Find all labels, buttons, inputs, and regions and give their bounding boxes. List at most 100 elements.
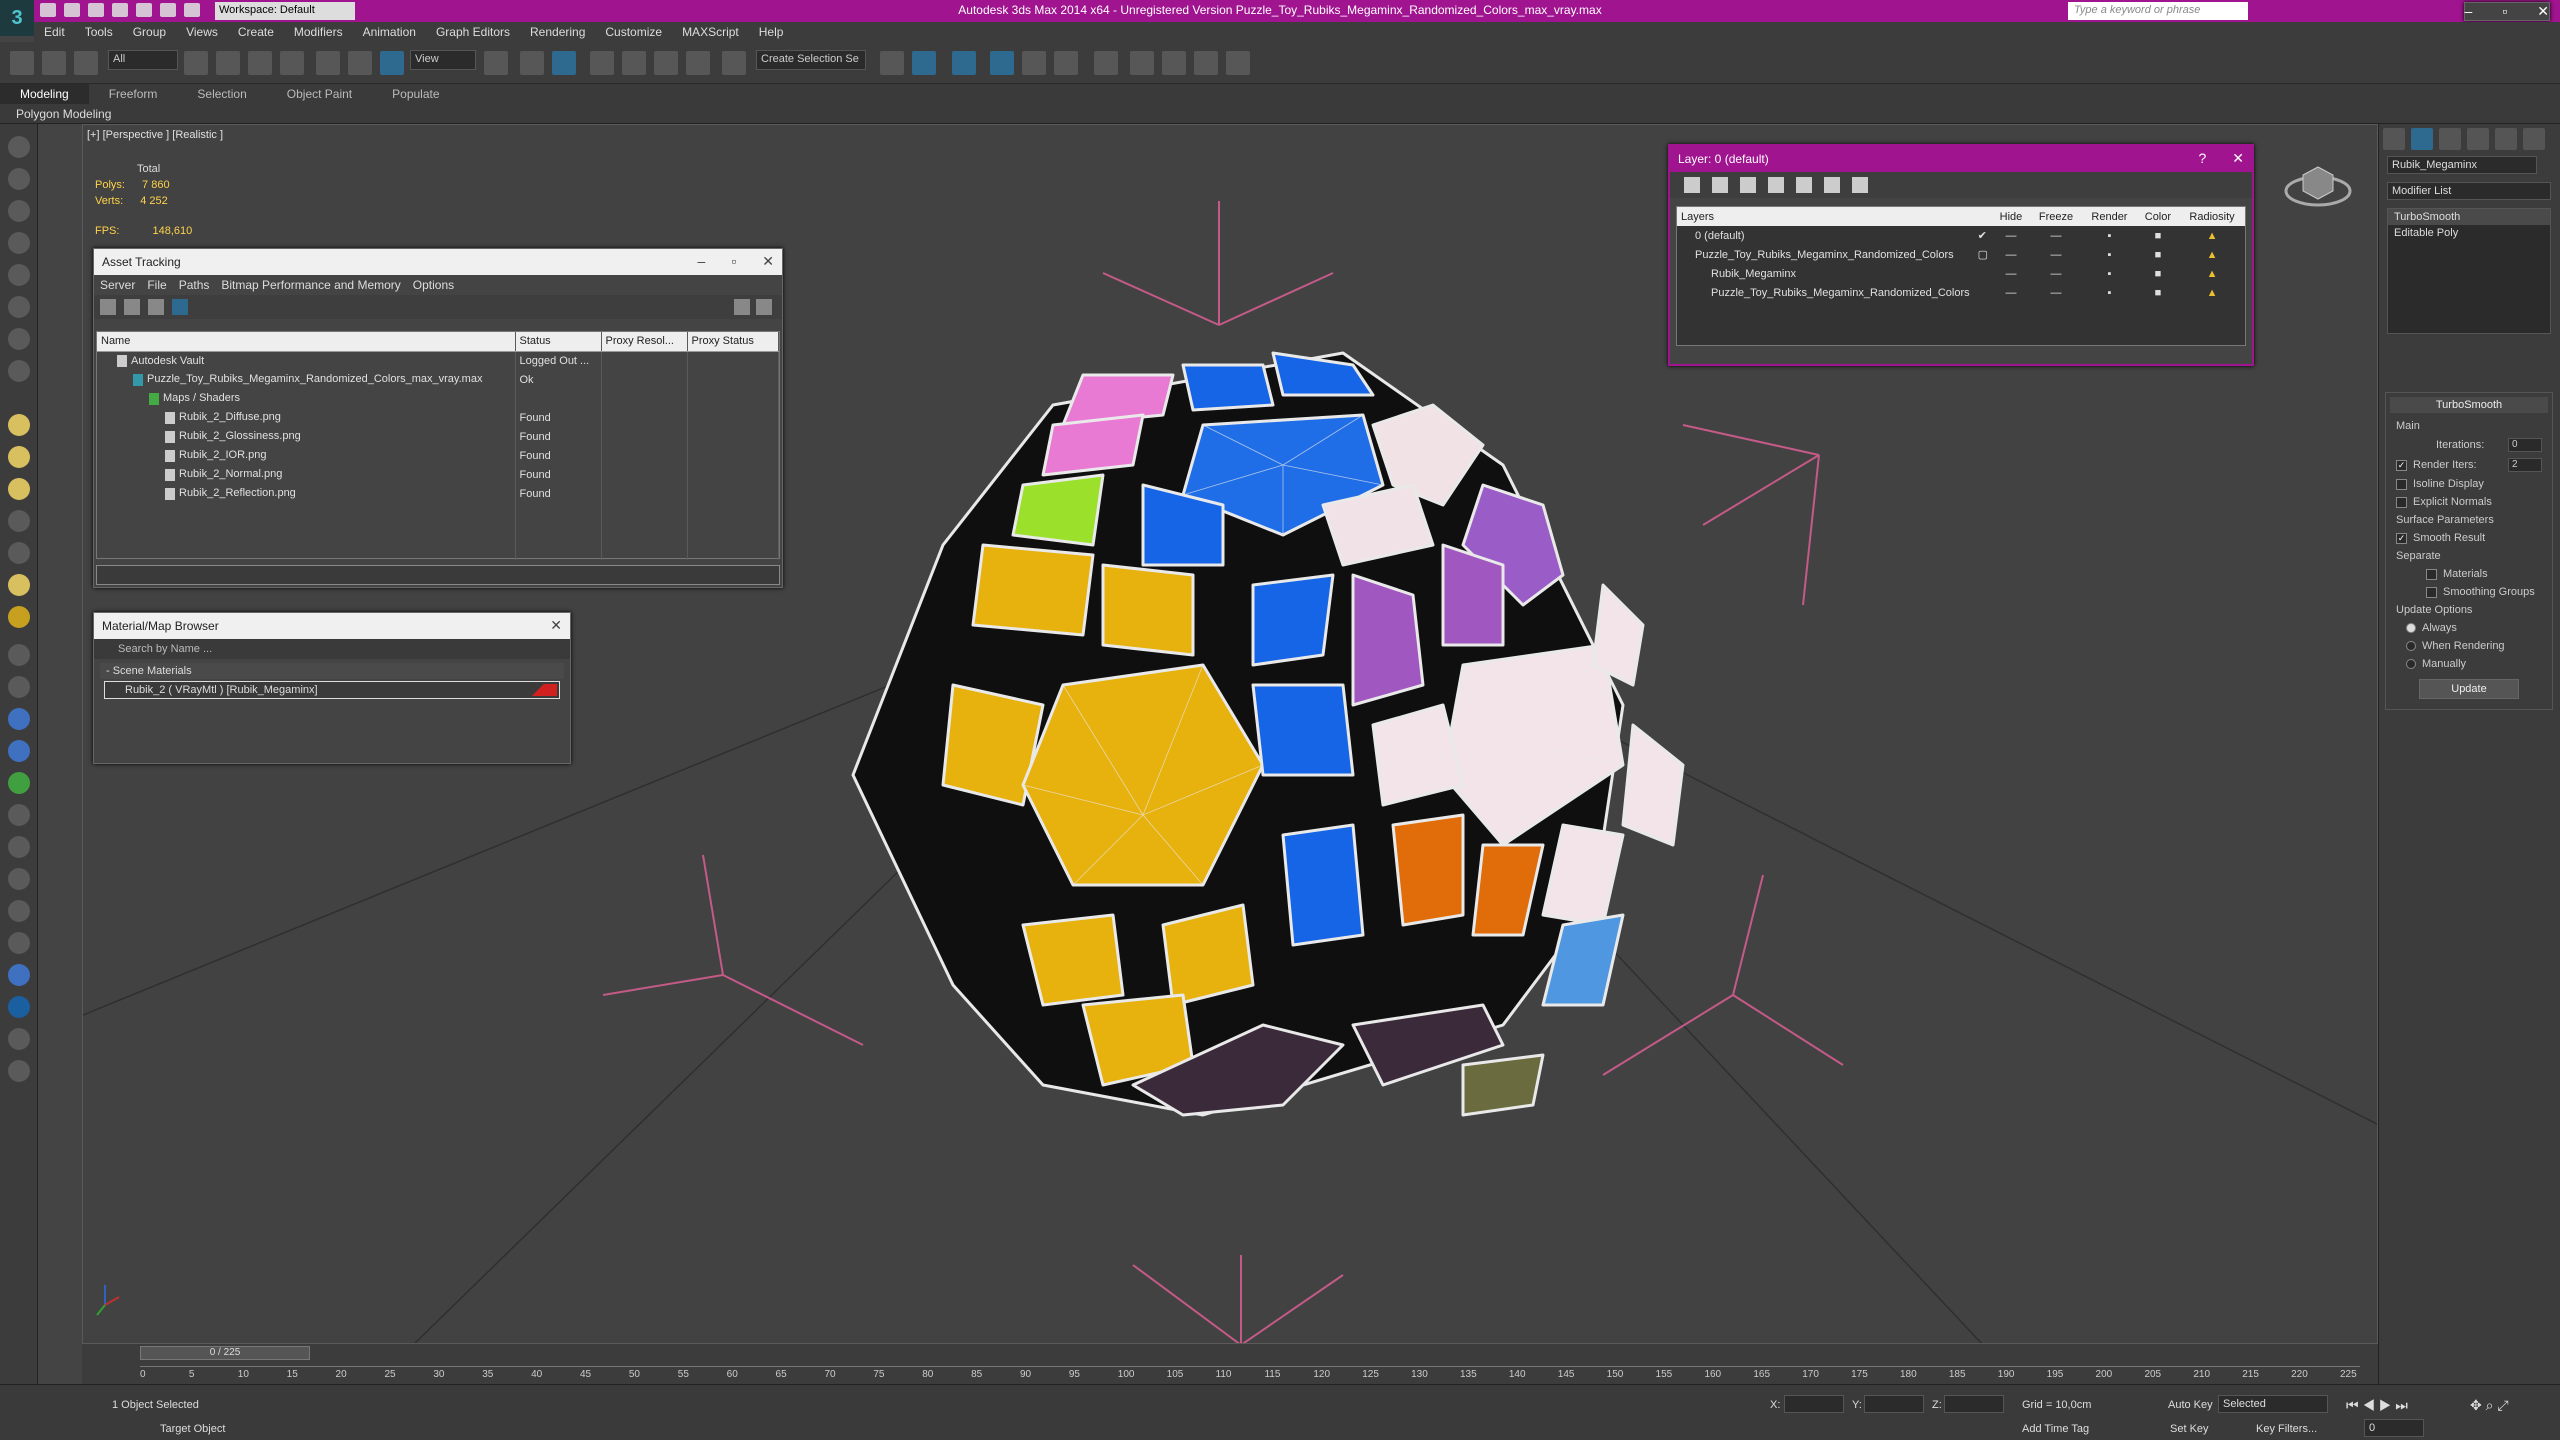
minimize-icon[interactable]: –: [2465, 3, 2473, 20]
render-icon[interactable]: ▪: [2082, 245, 2137, 264]
minimize-icon[interactable]: –: [698, 253, 706, 270]
layer-color-swatch[interactable]: ■: [2137, 226, 2179, 245]
isoline-checkbox[interactable]: [2396, 478, 2407, 490]
menu-bitmap-performance[interactable]: Bitmap Performance and Memory: [215, 275, 406, 295]
table-row[interactable]: Rubik_2_IOR.png Found: [97, 446, 779, 465]
tool-icon[interactable]: [8, 708, 30, 730]
menu-modifiers[interactable]: Modifiers: [284, 22, 353, 42]
material-item[interactable]: Rubik_2 ( VRayMtl ) [Rubik_Megaminx]: [104, 681, 560, 699]
tool-icon[interactable]: [8, 296, 30, 318]
unlink-icon[interactable]: [42, 51, 66, 75]
column-color[interactable]: Color: [2136, 207, 2180, 226]
select-object-icon[interactable]: [184, 51, 208, 75]
menu-views[interactable]: Views: [176, 22, 228, 42]
table-row[interactable]: Maps / Shaders: [97, 389, 779, 408]
render-icon[interactable]: ▪: [2082, 226, 2137, 245]
column-freeze[interactable]: Freeze: [2029, 207, 2083, 226]
layer-color-swatch[interactable]: ■: [2137, 245, 2179, 264]
select-by-name-icon[interactable]: [216, 51, 240, 75]
set-key-button[interactable]: Set Key: [2170, 1423, 2209, 1435]
layer-row[interactable]: Puzzle_Toy_Rubiks_Megaminx_Randomized_Co…: [1677, 283, 2245, 302]
layer-manager-icon[interactable]: [952, 51, 976, 75]
playback-controls-icon[interactable]: ⏮ ◀ ▶ ⏭: [2346, 1397, 2408, 1414]
table-row[interactable]: Rubik_2_Glossiness.png Found: [97, 427, 779, 446]
asset-tracking-titlebar[interactable]: Asset Tracking – ▫ ✕: [94, 249, 782, 275]
maximize-icon[interactable]: ▫: [731, 253, 736, 270]
cone-icon[interactable]: [8, 542, 30, 564]
rotate-icon[interactable]: [348, 51, 372, 75]
column-layers[interactable]: Layers: [1677, 207, 1974, 226]
render-icon[interactable]: ▪: [2082, 283, 2137, 302]
named-selection-dropdown[interactable]: Create Selection Se: [756, 50, 866, 70]
layer-row[interactable]: Puzzle_Toy_Rubiks_Megaminx_Randomized_Co…: [1677, 245, 2245, 264]
geosphere-icon[interactable]: [8, 606, 30, 628]
tab-freeform[interactable]: Freeform: [89, 84, 178, 104]
settings-icon[interactable]: [756, 299, 772, 315]
table-view-icon[interactable]: [148, 299, 164, 315]
turbosmooth-title[interactable]: TurboSmooth: [2390, 397, 2548, 413]
table-row[interactable]: Rubik_2_Reflection.png Found: [97, 484, 779, 503]
radiosity-icon[interactable]: ▲: [2179, 283, 2245, 302]
snaps-icon[interactable]: [590, 51, 614, 75]
hide-all-icon[interactable]: [1852, 177, 1868, 193]
materials-checkbox[interactable]: [2426, 568, 2437, 580]
tool-icon[interactable]: [8, 328, 30, 350]
add-time-tag[interactable]: Add Time Tag: [2022, 1423, 2089, 1435]
window-crossing-icon[interactable]: [280, 51, 304, 75]
scale-icon[interactable]: [380, 51, 404, 75]
radiosity-icon[interactable]: ▲: [2179, 264, 2245, 283]
render-setup-icon[interactable]: [1130, 51, 1154, 75]
rendered-frame-icon[interactable]: [1162, 51, 1186, 75]
modifier-list-dropdown[interactable]: Modifier List: [2387, 182, 2551, 200]
rectangle-selection-icon[interactable]: [248, 51, 272, 75]
menu-options[interactable]: Options: [407, 275, 460, 295]
tool-icon[interactable]: [8, 804, 30, 826]
light-icon[interactable]: [8, 574, 30, 596]
link-icon[interactable]: [10, 51, 34, 75]
timeline-ruler[interactable]: 0 5 10 15 20 25 30 35 40 45 50 55 60 65 70 75 80 85 90 95 10…: [140, 1366, 2360, 1382]
tool-icon[interactable]: [8, 200, 30, 222]
align-icon[interactable]: [912, 51, 936, 75]
tool-icon[interactable]: [8, 676, 30, 698]
mirror-icon[interactable]: [880, 51, 904, 75]
column-status[interactable]: Status: [515, 332, 602, 352]
bind-spacewarp-icon[interactable]: [74, 51, 98, 75]
tool-icon[interactable]: [8, 964, 30, 986]
motion-tab-icon[interactable]: [2467, 128, 2489, 150]
tab-modeling[interactable]: Modeling: [0, 84, 89, 104]
menu-group[interactable]: Group: [123, 22, 176, 42]
app-logo-icon[interactable]: 3: [0, 0, 34, 36]
stack-item-editable-poly[interactable]: Editable Poly: [2388, 225, 2550, 241]
tool-icon[interactable]: [8, 740, 30, 762]
close-icon[interactable]: ✕: [2232, 150, 2244, 167]
table-row[interactable]: Puzzle_Toy_Rubiks_Megaminx_Randomized_Co…: [97, 370, 779, 389]
menu-rendering[interactable]: Rendering: [520, 22, 595, 42]
always-radio[interactable]: [2406, 623, 2416, 633]
select-manipulate-icon[interactable]: [520, 51, 544, 75]
angle-snap-icon[interactable]: [622, 51, 646, 75]
menu-animation[interactable]: Animation: [353, 22, 426, 42]
display-tab-icon[interactable]: [2495, 128, 2517, 150]
torus-icon[interactable]: [8, 510, 30, 532]
sphere-icon[interactable]: [8, 446, 30, 468]
x-coordinate-field[interactable]: [1784, 1395, 1844, 1413]
refresh-icon[interactable]: [100, 299, 116, 315]
create-layer-icon[interactable]: [1740, 177, 1756, 193]
graphite-toggle-icon[interactable]: [990, 51, 1014, 75]
window-controls[interactable]: – ▫ ✕: [2463, 2, 2550, 21]
column-proxy-resolution[interactable]: Proxy Resol...: [601, 332, 688, 352]
viewport-label[interactable]: [+] [Perspective ] [Realistic ]: [87, 129, 223, 141]
tool-icon[interactable]: [8, 168, 30, 190]
tool-icon[interactable]: [8, 868, 30, 890]
layer-manager-titlebar[interactable]: Layer: 0 (default) ? ✕: [1670, 146, 2252, 172]
tool-icon[interactable]: [8, 264, 30, 286]
asset-path-field[interactable]: [96, 565, 780, 585]
menu-file[interactable]: File: [141, 275, 172, 295]
menu-edit[interactable]: Edit: [34, 22, 75, 42]
tool-icon[interactable]: [8, 836, 30, 858]
menu-graph-editors[interactable]: Graph Editors: [426, 22, 520, 42]
ref-coord-dropdown[interactable]: View: [410, 50, 476, 70]
menu-customize[interactable]: Customize: [595, 22, 672, 42]
column-radiosity[interactable]: Radiosity: [2179, 207, 2245, 226]
viewcube-icon[interactable]: [2283, 153, 2353, 213]
